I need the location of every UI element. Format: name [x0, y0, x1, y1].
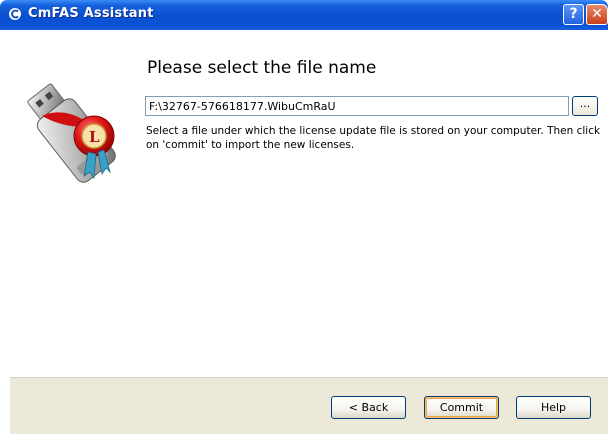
svg-text:L: L [89, 128, 100, 146]
page-title: Please select the file name [147, 58, 377, 78]
instruction-text: Select a file under which the license up… [146, 125, 601, 151]
app-icon [9, 8, 21, 20]
commit-button[interactable]: Commit [424, 396, 499, 419]
help-button[interactable]: Help [516, 396, 591, 419]
browse-button[interactable]: ... [572, 96, 598, 116]
title-bar[interactable]: CmFAS Assistant ? ✕ [0, 0, 608, 30]
window-title: CmFAS Assistant [28, 6, 154, 21]
usb-dongle-seal-icon: L [27, 83, 116, 183]
assistant-window: CmFAS Assistant ? ✕ L Please select the … [0, 0, 608, 434]
file-path-input[interactable] [145, 96, 569, 116]
back-button[interactable]: < Back [331, 396, 406, 419]
titlebar-close-button[interactable]: ✕ [586, 4, 608, 25]
titlebar-help-button[interactable]: ? [563, 4, 584, 25]
